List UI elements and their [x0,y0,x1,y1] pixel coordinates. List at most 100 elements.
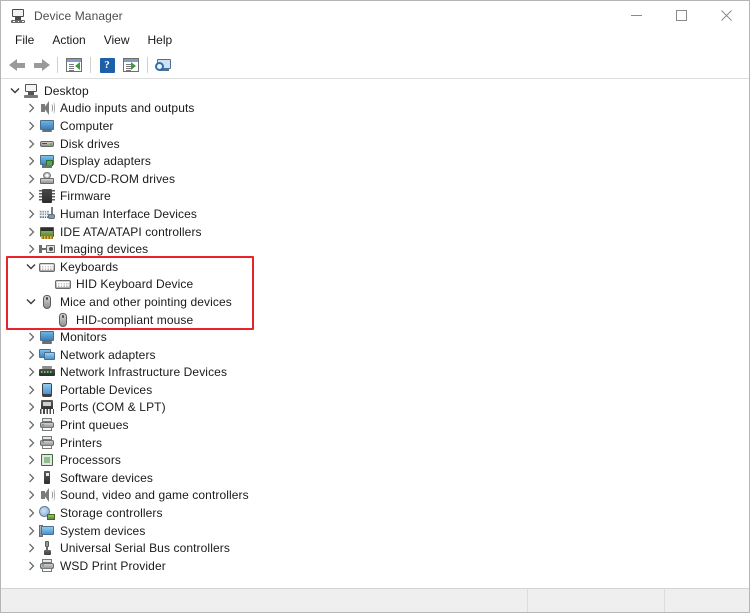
tree-item[interactable]: Universal Serial Bus controllers [7,539,748,557]
tree-item-label: Universal Serial Bus controllers [60,541,230,556]
forward-arrow-icon [33,58,50,72]
keyboard-icon [55,276,71,292]
chevron-right-icon[interactable] [23,540,39,557]
chevron-down-icon[interactable] [7,82,23,99]
chevron-right-icon[interactable] [23,469,39,486]
tree-item[interactable]: Firmware [7,188,748,206]
tree-item[interactable]: Keyboards [7,258,748,276]
status-segment-secondary [528,589,665,612]
status-bar [1,588,749,612]
disk-drive-icon [39,136,55,152]
chevron-right-icon[interactable] [23,417,39,434]
tree-item[interactable]: Monitors [7,328,748,346]
tree-item[interactable]: Sound, video and game controllers [7,487,748,505]
hid-icon [39,206,55,222]
properties-button[interactable] [62,54,86,76]
device-manager-icon [10,8,26,24]
processor-icon [39,452,55,468]
scan-hardware-changes-button[interactable] [119,54,143,76]
help-button[interactable]: ? [95,54,119,76]
tree-item-label: Ports (COM & LPT) [60,400,166,415]
show-hidden-devices-button[interactable] [152,54,176,76]
chevron-down-icon[interactable] [23,258,39,275]
back-button[interactable] [5,54,29,76]
menu-file[interactable]: File [6,31,43,51]
printer-icon [39,417,55,433]
tree-item[interactable]: WSD Print Provider [7,557,748,575]
tree-item[interactable]: Network adapters [7,346,748,364]
tree-item-label: Network adapters [60,347,156,362]
minimize-button[interactable] [614,1,659,30]
tree-item-label: Printers [60,435,103,450]
chevron-right-icon[interactable] [23,170,39,187]
tree-item[interactable]: Print queues [7,416,748,434]
chevron-right-icon[interactable] [23,241,39,258]
tree-item[interactable]: HID Keyboard Device [7,276,748,294]
tree-item[interactable]: System devices [7,522,748,540]
usb-icon [39,540,55,556]
storage-controller-icon [39,505,55,521]
tree-item[interactable]: Software devices [7,469,748,487]
chevron-right-icon[interactable] [23,188,39,205]
tree-item[interactable]: Processors [7,451,748,469]
menu-view[interactable]: View [95,31,139,51]
tree-item[interactable]: DVD/CD-ROM drives [7,170,748,188]
tree-item[interactable]: Computer [7,117,748,135]
chevron-right-icon[interactable] [23,452,39,469]
tree-item[interactable]: Disk drives [7,135,748,153]
toolbar: ? [1,52,749,79]
tree-item[interactable]: Imaging devices [7,240,748,258]
firmware-chip-icon [39,188,55,204]
chevron-right-icon[interactable] [23,329,39,346]
tree-item[interactable]: Network Infrastructure Devices [7,364,748,382]
tree-item-label: System devices [60,523,146,538]
menu-help[interactable]: Help [139,31,182,51]
menu-action[interactable]: Action [43,31,94,51]
chevron-right-icon[interactable] [23,399,39,416]
window-title: Device Manager [34,8,123,23]
portable-device-icon [39,382,55,398]
tree-item[interactable]: Storage controllers [7,504,748,522]
tree-item-label: Firmware [60,189,111,204]
status-segment-tertiary [665,589,749,612]
tree-item[interactable]: Ports (COM & LPT) [7,399,748,417]
forward-button[interactable] [29,54,53,76]
chevron-right-icon[interactable] [23,557,39,574]
chevron-right-icon[interactable] [23,522,39,539]
tree-item[interactable]: Printers [7,434,748,452]
chevron-right-icon[interactable] [23,153,39,170]
tree-item-label: Imaging devices [60,242,149,257]
monitor-icon [39,329,55,345]
tree-item[interactable]: Desktop [7,82,748,100]
chevron-right-icon[interactable] [23,487,39,504]
tree-item-label: Display adapters [60,154,151,169]
chevron-down-icon[interactable] [23,293,39,310]
tree-item[interactable]: Portable Devices [7,381,748,399]
maximize-button[interactable] [659,1,704,30]
device-tree-pane[interactable]: Desktop Audio inputs and outputs Computer D… [1,79,749,588]
tree-item-label: Portable Devices [60,382,153,397]
close-button[interactable] [704,1,749,30]
toolbar-separator [90,57,91,73]
chevron-right-icon[interactable] [23,346,39,363]
tree-item[interactable]: Mice and other pointing devices [7,293,748,311]
chevron-right-icon[interactable] [23,205,39,222]
tree-item[interactable]: Audio inputs and outputs [7,100,748,118]
close-icon [721,10,732,21]
chevron-right-icon[interactable] [23,117,39,134]
chevron-right-icon[interactable] [23,434,39,451]
chevron-right-icon[interactable] [23,135,39,152]
chevron-right-icon[interactable] [23,100,39,117]
tree-item[interactable]: Display adapters [7,152,748,170]
chevron-right-icon[interactable] [23,381,39,398]
tree-item[interactable]: Human Interface Devices [7,205,748,223]
tree-item-label: Network Infrastructure Devices [60,365,228,380]
chevron-right-icon[interactable] [23,364,39,381]
tree-item[interactable]: IDE ATA/ATAPI controllers [7,223,748,241]
chevron-right-icon[interactable] [23,505,39,522]
chevron-right-icon[interactable] [23,223,39,240]
tree-item-label: IDE ATA/ATAPI controllers [60,224,202,239]
tree-item[interactable]: HID-compliant mouse [7,311,748,329]
tree-item-label: DVD/CD-ROM drives [60,171,176,186]
